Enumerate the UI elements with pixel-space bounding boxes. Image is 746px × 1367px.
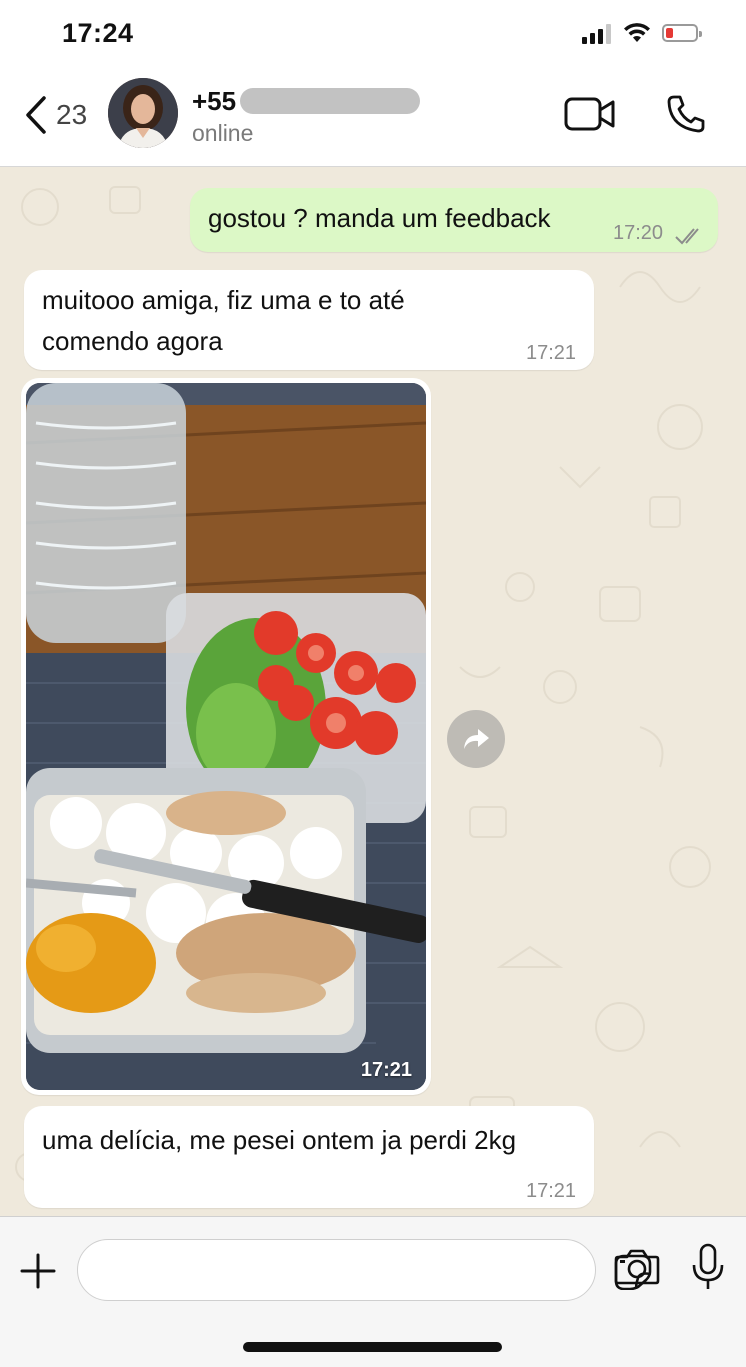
attach-button[interactable] <box>14 1247 62 1295</box>
contact-name[interactable]: +55 <box>192 86 236 117</box>
unread-count: 23 <box>56 99 88 130</box>
avatar[interactable] <box>108 78 178 148</box>
camera-button[interactable] <box>614 1247 664 1295</box>
redacted-number <box>240 88 420 114</box>
message-text: uma delícia, me pesei ontem ja perdi 2kg <box>42 1125 517 1155</box>
avatar-image <box>108 78 178 148</box>
chevron-left-icon <box>26 96 46 134</box>
composer-bar <box>0 1216 746 1367</box>
microphone-icon <box>692 1243 724 1289</box>
chat-header: 23 +55 online <box>0 72 746 167</box>
photo-meal[interactable]: 17:21 <box>26 383 426 1090</box>
message-text: gostou ? manda um feedback <box>208 203 551 233</box>
home-indicator[interactable] <box>243 1342 502 1352</box>
double-check-icon <box>675 228 699 245</box>
camera-icon <box>614 1249 660 1285</box>
plus-icon <box>20 1253 56 1289</box>
status-bar: 17:24 <box>0 0 746 72</box>
image-message[interactable]: 17:21 <box>21 378 431 1095</box>
message-input-field[interactable] <box>77 1239 652 1302</box>
voice-call-button[interactable] <box>658 92 714 136</box>
contact-status: online <box>192 120 254 146</box>
phone-icon <box>667 95 705 133</box>
message-time: 17:21 <box>526 1180 577 1202</box>
forward-icon <box>464 729 489 749</box>
battery-icon <box>662 24 702 42</box>
video-call-button[interactable] <box>562 92 618 136</box>
message-bubble-incoming[interactable]: muitooo amiga, fiz uma e to até comendo … <box>24 270 594 370</box>
microphone-button[interactable] <box>690 1243 730 1297</box>
message-input[interactable] <box>98 1240 532 1302</box>
message-bubble-outgoing[interactable]: gostou ? manda um feedback 17:20 <box>190 188 718 252</box>
back-button[interactable]: 23 <box>24 90 104 140</box>
message-time: 17:21 <box>526 342 577 364</box>
message-time: 17:20 <box>613 222 664 244</box>
message-bubble-incoming[interactable]: uma delícia, me pesei ontem ja perdi 2kg… <box>24 1106 594 1208</box>
cellular-signal-icon <box>582 24 614 44</box>
message-text: muitooo amiga, fiz uma e to até comendo … <box>42 285 405 356</box>
image-time: 17:21 <box>360 1059 412 1081</box>
meal-photo <box>26 383 426 1090</box>
status-time: 17:24 <box>62 18 134 48</box>
wifi-icon <box>624 23 650 42</box>
forward-button[interactable] <box>447 710 505 768</box>
video-camera-icon <box>564 97 615 131</box>
chat-area[interactable]: gostou ? manda um feedback 17:20 muitooo… <box>0 167 746 1216</box>
